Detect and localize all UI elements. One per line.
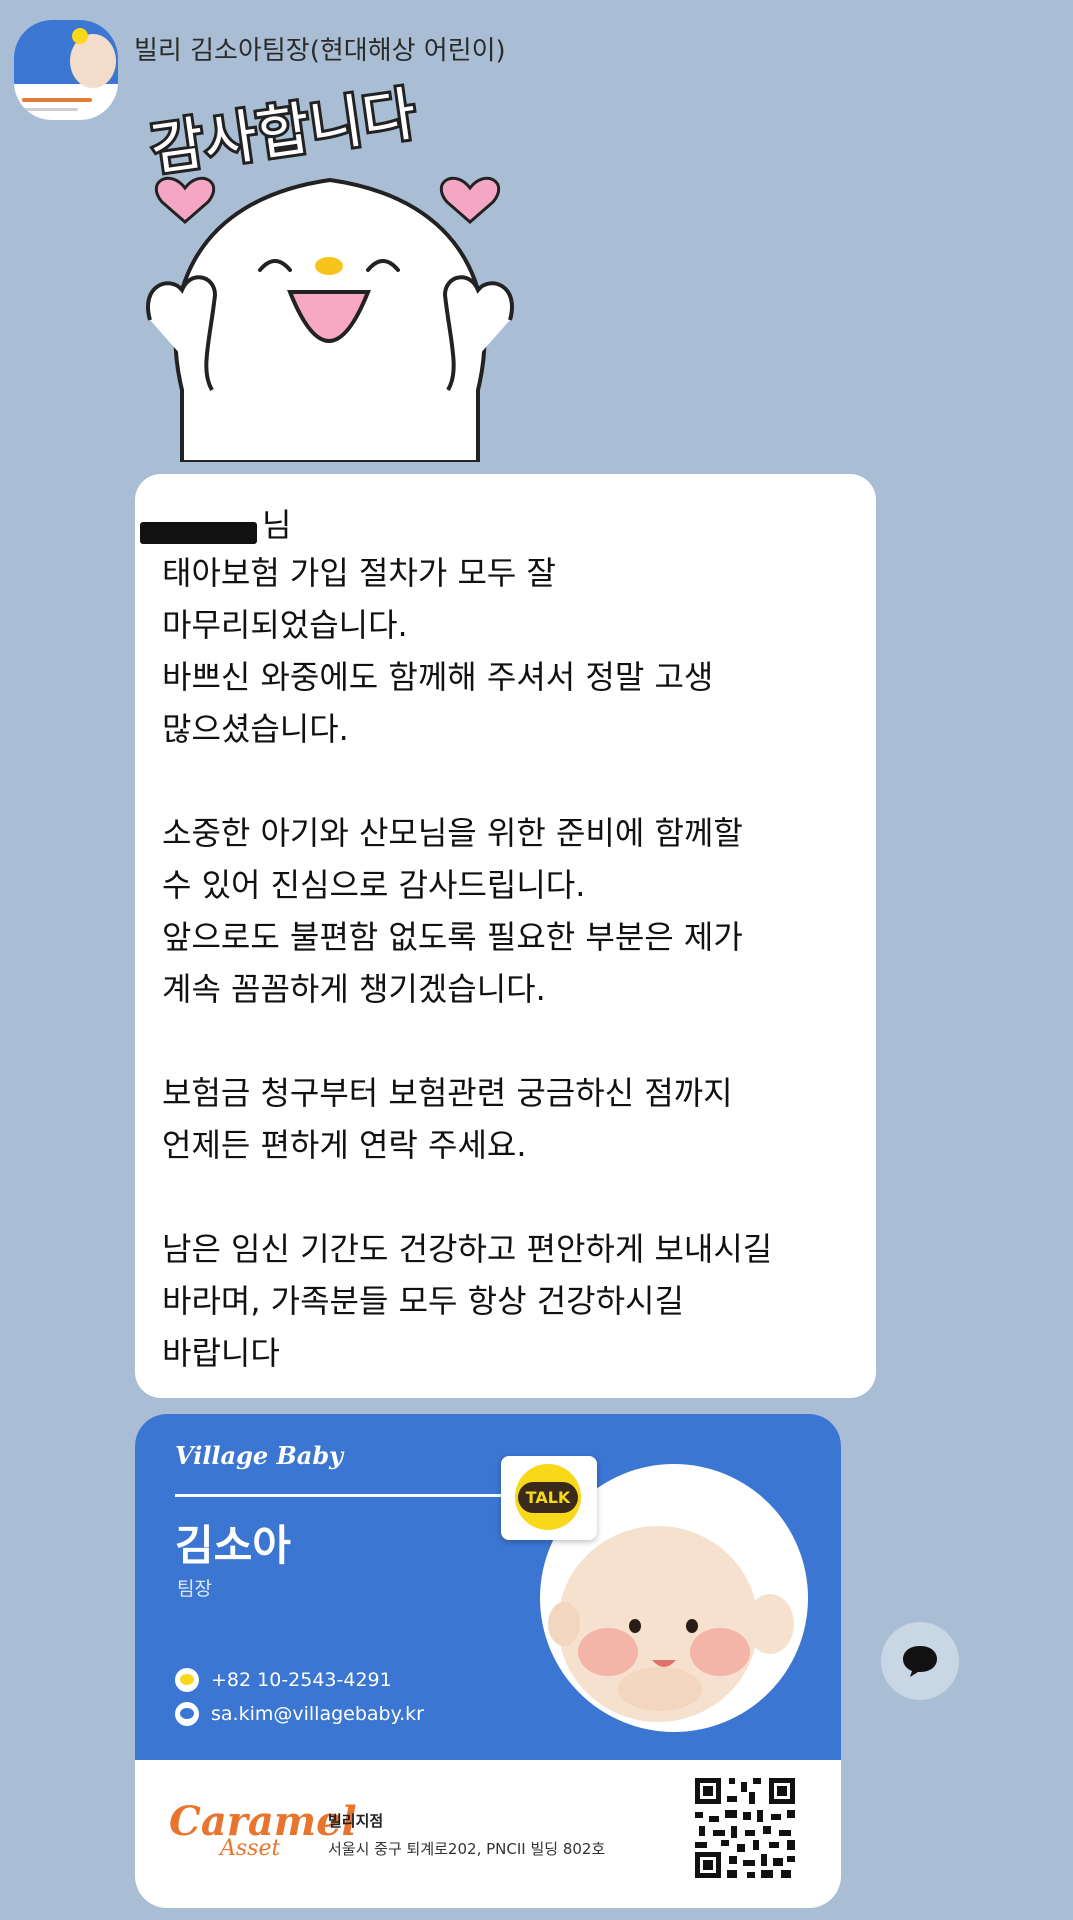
message-text: 태아보험 가입 절차가 모두 잘 마무리되었습니다. 바쁘신 와중에도 함께해 … xyxy=(162,554,773,1372)
divider xyxy=(175,1494,535,1497)
mail-icon xyxy=(175,1702,199,1726)
email-address: sa.kim@villagebaby.kr xyxy=(211,1703,424,1725)
card-person-name: 김소아 xyxy=(175,1521,291,1570)
sender-name: 빌리 김소아팀장(현대해상 어린이) xyxy=(134,36,506,66)
thank-you-sticker[interactable]: 감사합니다 xyxy=(140,70,520,462)
kakao-talk-badge: TALK xyxy=(501,1456,597,1540)
company-logo-sub: Asset xyxy=(220,1836,281,1861)
avatar-logo-strip xyxy=(22,98,92,102)
brand-logo: Village Baby xyxy=(175,1441,344,1470)
branch-address: 서울시 중구 퇴계로202, PNCII 빌딩 802호 xyxy=(328,1840,606,1858)
card-header: Village Baby 김소아 팀장 +82 10-2543-4291 sa.… xyxy=(135,1414,841,1760)
talk-icon: TALK xyxy=(515,1464,581,1530)
branch-name: 빌리지점 xyxy=(328,1812,384,1830)
heart-icon xyxy=(439,176,501,224)
speech-bubble-icon xyxy=(903,1646,937,1677)
qr-code xyxy=(691,1774,799,1882)
phone-row[interactable]: +82 10-2543-4291 xyxy=(175,1666,392,1694)
sender-avatar[interactable] xyxy=(14,20,118,120)
sticker-text: 감사합니다 xyxy=(146,79,420,183)
card-person-role: 팀장 xyxy=(177,1578,212,1600)
kakao-talk-icon xyxy=(175,1668,199,1692)
avatar-talk-icon xyxy=(72,28,88,44)
heart-icon xyxy=(154,176,216,224)
sticker-image: 감사합니다 xyxy=(143,76,514,462)
avatar-text-strip xyxy=(22,108,78,111)
email-row[interactable]: sa.kim@villagebaby.kr xyxy=(175,1700,424,1728)
business-card[interactable]: Village Baby 김소아 팀장 +82 10-2543-4291 sa.… xyxy=(135,1414,841,1908)
recipient-honorific: 님 xyxy=(262,506,292,544)
floating-chat-button[interactable] xyxy=(881,1622,959,1700)
redacted-name xyxy=(140,522,257,544)
talk-badge-label: TALK xyxy=(517,1481,579,1513)
phone-number: +82 10-2543-4291 xyxy=(211,1669,392,1691)
